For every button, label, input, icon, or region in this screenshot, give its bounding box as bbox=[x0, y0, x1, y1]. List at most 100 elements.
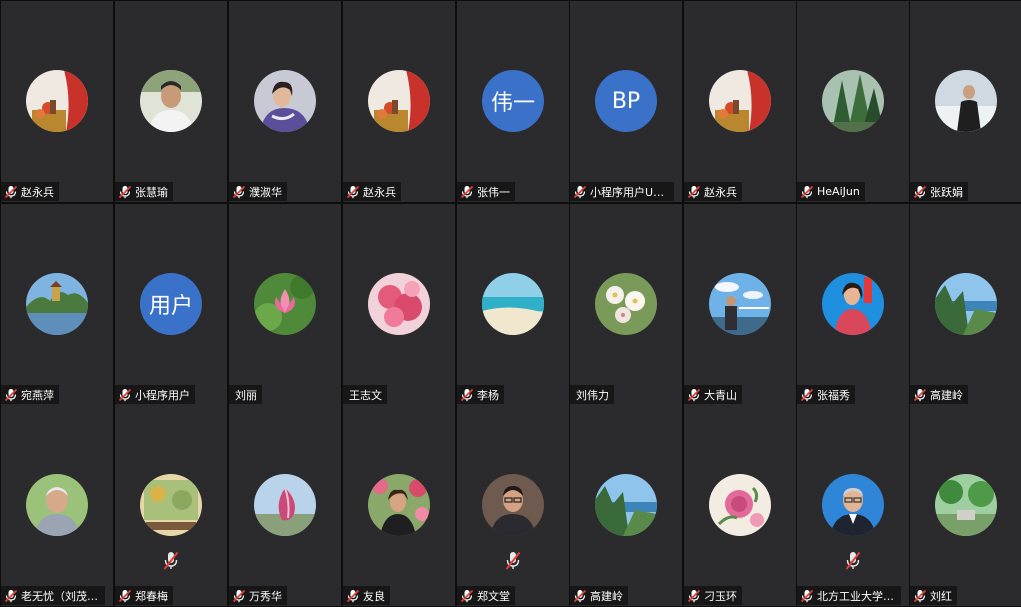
avatar bbox=[935, 474, 997, 536]
participant-tile[interactable]: 高建岭 bbox=[910, 204, 1021, 405]
avatar: 伟一 bbox=[482, 70, 544, 132]
participant-name: 老无忧（刘茂华） bbox=[21, 589, 100, 603]
avatar bbox=[482, 273, 544, 335]
mic-muted-center-icon bbox=[163, 551, 179, 571]
mic-muted-icon bbox=[800, 589, 814, 602]
mic-muted-icon bbox=[573, 185, 587, 198]
participant-tile[interactable]: 王志文 bbox=[343, 204, 455, 405]
participant-tile[interactable]: 刘伟力 bbox=[570, 204, 682, 405]
avatar-photo bbox=[935, 474, 997, 536]
participant-tile[interactable]: 张福秀 bbox=[797, 204, 909, 405]
name-tag: 宛燕萍 bbox=[1, 385, 59, 404]
avatar bbox=[368, 273, 430, 335]
avatar-photo bbox=[709, 474, 771, 536]
avatar bbox=[709, 273, 771, 335]
participant-name: 小程序用户UorA… bbox=[590, 185, 669, 199]
participant-name: 王志文 bbox=[349, 388, 382, 402]
mic-muted-center-icon bbox=[845, 551, 861, 571]
avatar bbox=[26, 273, 88, 335]
avatar bbox=[254, 474, 316, 536]
name-tag: 濮淑华 bbox=[229, 182, 287, 201]
participant-name: 刘丽 bbox=[235, 388, 257, 402]
participant-tile[interactable]: 张慧瑜 bbox=[115, 1, 227, 202]
avatar-photo bbox=[482, 273, 544, 335]
mic-muted-icon bbox=[460, 388, 474, 401]
participant-name: 濮淑华 bbox=[249, 185, 282, 199]
participant-name: HeAiJun bbox=[817, 185, 860, 198]
mic-muted-icon bbox=[346, 185, 360, 198]
participant-tile[interactable]: 伟一 张伟一 bbox=[457, 1, 569, 202]
participant-tile[interactable]: 李杨 bbox=[457, 204, 569, 405]
avatar bbox=[482, 474, 544, 536]
name-tag: 刁玉环 bbox=[684, 586, 742, 605]
mic-muted-icon bbox=[4, 185, 18, 198]
participant-tile[interactable]: 宛燕萍 bbox=[1, 204, 113, 405]
participant-name: 友良 bbox=[363, 589, 385, 603]
avatar bbox=[368, 474, 430, 536]
participant-tile[interactable]: 友良 bbox=[343, 405, 455, 606]
participant-tile[interactable]: 张跃娟 bbox=[910, 1, 1021, 202]
participant-tile[interactable]: 刘丽 bbox=[229, 204, 341, 405]
participant-tile[interactable]: 万秀华 bbox=[229, 405, 341, 606]
name-tag: 小程序用户 bbox=[115, 385, 195, 404]
mic-muted-icon bbox=[800, 185, 814, 198]
participant-tile[interactable]: 高建岭 bbox=[570, 405, 682, 606]
mic-muted-icon bbox=[232, 589, 246, 602]
participant-name: 赵永兵 bbox=[704, 185, 737, 199]
avatar-initials: 用户 bbox=[148, 294, 193, 319]
participant-name: 李杨 bbox=[477, 388, 499, 402]
participant-tile[interactable]: 刘红 bbox=[910, 405, 1021, 606]
participant-name: 刁玉环 bbox=[704, 589, 737, 603]
participant-tile[interactable]: 用户 小程序用户 bbox=[115, 204, 227, 405]
participant-tile[interactable]: 赵永兵 bbox=[684, 1, 796, 202]
avatar-photo bbox=[482, 474, 544, 536]
participant-tile[interactable]: BP 小程序用户UorA… bbox=[570, 1, 682, 202]
avatar-photo bbox=[709, 70, 771, 132]
participant-tile[interactable]: 北方工业大学张… bbox=[797, 405, 909, 606]
participant-tile[interactable]: HeAiJun bbox=[797, 1, 909, 202]
participant-name: 张跃娟 bbox=[930, 185, 963, 199]
name-tag: 王志文 bbox=[343, 385, 387, 404]
participant-tile[interactable]: 郑文堂 bbox=[457, 405, 569, 606]
mic-muted-icon bbox=[232, 185, 246, 198]
participant-name: 大青山 bbox=[704, 388, 737, 402]
participant-tile[interactable]: 濮淑华 bbox=[229, 1, 341, 202]
mic-muted-icon bbox=[118, 185, 132, 198]
name-tag: 赵永兵 bbox=[343, 182, 401, 201]
participant-tile[interactable]: 刁玉环 bbox=[684, 405, 796, 606]
avatar bbox=[935, 273, 997, 335]
avatar-photo bbox=[368, 70, 430, 132]
avatar-photo bbox=[26, 70, 88, 132]
avatar-photo bbox=[254, 70, 316, 132]
participant-name: 宛燕萍 bbox=[21, 388, 54, 402]
avatar bbox=[595, 474, 657, 536]
name-tag: 赵永兵 bbox=[1, 182, 59, 201]
mic-muted-icon bbox=[4, 388, 18, 401]
participant-tile[interactable]: 老无忧（刘茂华） bbox=[1, 405, 113, 606]
participant-tile[interactable]: 赵永兵 bbox=[343, 1, 455, 202]
name-tag: 万秀华 bbox=[229, 586, 287, 605]
avatar bbox=[26, 70, 88, 132]
avatar-photo bbox=[254, 474, 316, 536]
avatar-photo bbox=[26, 273, 88, 335]
mic-muted-icon bbox=[118, 388, 132, 401]
mic-muted-icon bbox=[913, 589, 927, 602]
participant-tile[interactable]: 郑春梅 bbox=[115, 405, 227, 606]
avatar-photo bbox=[368, 474, 430, 536]
name-tag: HeAiJun bbox=[797, 182, 865, 201]
avatar bbox=[822, 70, 884, 132]
participant-name: 高建岭 bbox=[590, 589, 623, 603]
avatar: BP bbox=[595, 70, 657, 132]
mic-muted-icon bbox=[687, 185, 701, 198]
avatar-photo bbox=[935, 70, 997, 132]
avatar bbox=[595, 273, 657, 335]
name-tag: 张福秀 bbox=[797, 385, 855, 404]
participant-name: 赵永兵 bbox=[21, 185, 54, 199]
participant-tile[interactable]: 赵永兵 bbox=[1, 1, 113, 202]
participant-tile[interactable]: 大青山 bbox=[684, 204, 796, 405]
name-tag: 郑文堂 bbox=[457, 586, 515, 605]
mic-muted-icon bbox=[346, 589, 360, 602]
avatar-photo bbox=[709, 273, 771, 335]
avatar: 用户 bbox=[140, 273, 202, 335]
avatar-photo bbox=[595, 474, 657, 536]
